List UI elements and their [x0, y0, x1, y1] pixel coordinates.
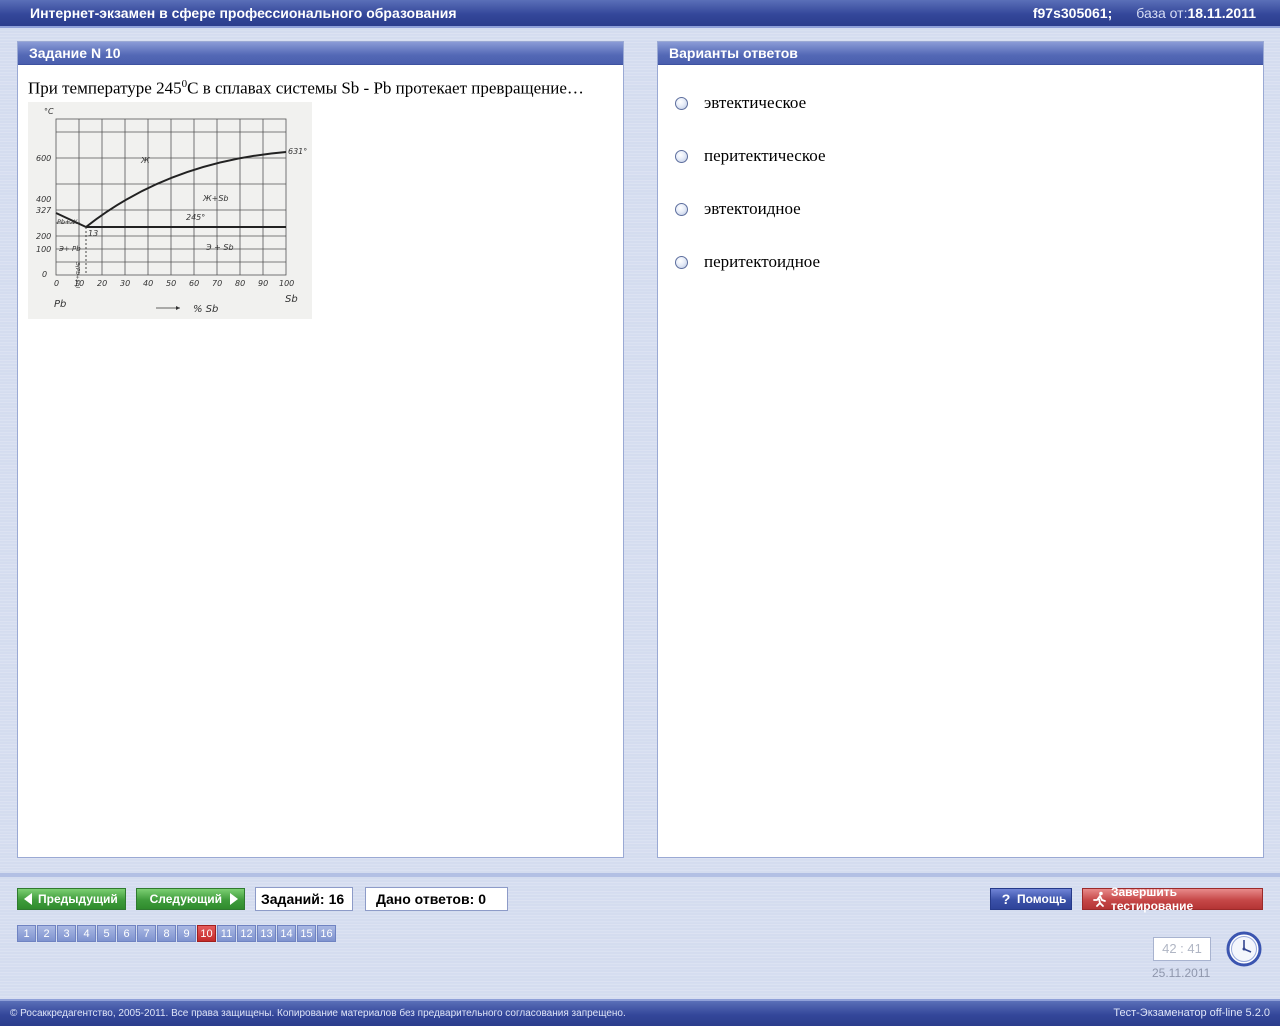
answer-label: эвтектоидное — [704, 199, 801, 218]
y-tick-400: 400 — [36, 195, 51, 204]
liquid-sb-region-label: Ж+Sb — [202, 194, 228, 203]
answer-option-1[interactable]: эвтектическое — [675, 93, 806, 113]
page-12[interactable]: 12 — [237, 925, 256, 942]
arrow-right-icon — [230, 893, 238, 905]
next-button-label: Следующий — [149, 892, 222, 906]
tasks-counter: Заданий: 16 — [255, 887, 353, 911]
answers-heading: Варианты ответов — [658, 42, 1263, 65]
tasks-label: Заданий: — [261, 891, 325, 907]
question-heading: Задание N 10 — [18, 42, 623, 65]
x-tick-80: 80 — [235, 279, 245, 288]
y-tick-600: 600 — [36, 154, 51, 163]
prev-button-label: Предыдущий — [38, 892, 118, 906]
app-title: Интернет-экзамен в сфере профессионально… — [30, 5, 457, 21]
page-14[interactable]: 14 — [277, 925, 296, 942]
page-selector: 1 2 3 4 5 6 7 8 9 10 11 12 13 14 15 16 — [17, 925, 337, 942]
answer-label: эвтектическое — [704, 93, 807, 112]
page-16[interactable]: 16 — [317, 925, 336, 942]
answered-counter: Дано ответов: 0 — [365, 887, 508, 911]
title-bar: Интернет-экзамен в сфере профессионально… — [0, 0, 1280, 28]
e-sb-region-label: Э + Sb — [205, 243, 234, 252]
current-date: 25.11.2011 — [1152, 966, 1211, 980]
radio-button[interactable] — [675, 202, 688, 216]
radio-button[interactable] — [675, 96, 688, 110]
question-mark-icon: ? — [1001, 891, 1011, 907]
page-8[interactable]: 8 — [157, 925, 176, 942]
liquid-region-label: Ж — [140, 156, 150, 165]
answer-label: перитектическое — [704, 146, 826, 165]
page-13[interactable]: 13 — [257, 925, 276, 942]
y-tick-200: 200 — [36, 232, 51, 241]
e-vertical-label: Э(Pb+Sb) — [74, 261, 80, 289]
e-pb-region-label: Э+ Pb — [58, 245, 81, 253]
x-tick-90: 90 — [258, 279, 268, 288]
finish-button[interactable]: Завершить тестирование — [1082, 885, 1263, 913]
arrow-left-icon — [24, 893, 32, 905]
answers-panel: Варианты ответов эвтектическое перитекти… — [657, 41, 1264, 858]
prev-button[interactable]: Предыдущий — [17, 888, 126, 910]
x-tick-60: 60 — [189, 279, 199, 288]
y-tick-327: 327 — [36, 206, 52, 215]
sb-melting-label: 631° — [288, 147, 307, 156]
x-tick-50: 50 — [166, 279, 176, 288]
x-tick-0: 0 — [54, 279, 59, 288]
question-text: При температуре 2450С в сплавах системы … — [28, 73, 613, 100]
page-5[interactable]: 5 — [97, 925, 116, 942]
version-text: Тест-Экзаменатор off-line 5.2.0 — [1113, 1007, 1270, 1019]
y-tick-100: 100 — [36, 245, 51, 254]
tasks-count: 16 — [328, 891, 345, 907]
divider — [0, 873, 1280, 877]
running-man-icon — [1093, 891, 1106, 907]
session-id: f97s305061; — [1032, 5, 1113, 21]
x-tick-30: 30 — [120, 279, 130, 288]
clock-icon — [1226, 931, 1262, 967]
sb-axis-label: Sb — [285, 294, 298, 305]
help-button-label: Помощь — [1017, 892, 1067, 906]
help-button[interactable]: ? Помощь — [990, 888, 1072, 910]
diagram-unit-label: °С — [44, 107, 54, 116]
axis-caption: % Sb — [193, 304, 218, 315]
page-1[interactable]: 1 — [17, 925, 36, 942]
answer-option-4[interactable]: перитектоидное — [675, 252, 820, 272]
base-date: 18.11.2011 — [1187, 5, 1256, 21]
page-11[interactable]: 11 — [217, 925, 236, 942]
y-tick-0: 0 — [42, 270, 47, 279]
radio-button[interactable] — [675, 149, 688, 163]
eutectic-pct-label: 13 — [88, 229, 98, 238]
page-10-current[interactable]: 10 — [197, 925, 216, 942]
pb-liquid-region-label: Pb+Ж — [57, 218, 78, 226]
session-info: f97s305061; база от:18.11.2011 — [1033, 5, 1256, 21]
answer-option-3[interactable]: эвтектоидное — [675, 199, 801, 219]
question-text-after: С в сплавах системы Sb - Pb протекает пр… — [187, 78, 584, 98]
page-2[interactable]: 2 — [37, 925, 56, 942]
finish-button-label: Завершить тестирование — [1110, 885, 1194, 913]
answer-label: перитектоидное — [704, 252, 821, 271]
x-tick-70: 70 — [212, 279, 222, 288]
pb-axis-label: Pb — [54, 299, 66, 310]
x-tick-20: 20 — [97, 279, 107, 288]
page-7[interactable]: 7 — [137, 925, 156, 942]
x-tick-40: 40 — [143, 279, 153, 288]
answered-label: Дано ответов: — [376, 891, 475, 907]
radio-button[interactable] — [675, 255, 688, 269]
base-label: база от: — [1136, 5, 1188, 21]
question-panel: Задание N 10 При температуре 2450С в спл… — [17, 41, 624, 858]
copyright-text: © Росаккредагентство, 2005-2011. Все пра… — [10, 1008, 626, 1019]
page-6[interactable]: 6 — [117, 925, 136, 942]
answer-option-2[interactable]: перитектическое — [675, 146, 826, 166]
page-9[interactable]: 9 — [177, 925, 196, 942]
next-button[interactable]: Следующий — [136, 888, 245, 910]
eutectic-temp-label: 245° — [186, 213, 205, 222]
page-15[interactable]: 15 — [297, 925, 316, 942]
x-tick-100: 100 — [279, 279, 294, 288]
phase-diagram: °С 600 400 327 200 100 0 0 10 20 30 40 5… — [28, 101, 312, 319]
page-3[interactable]: 3 — [57, 925, 76, 942]
answered-count: 0 — [478, 891, 487, 907]
footer: © Росаккредагентство, 2005-2011. Все пра… — [0, 999, 1280, 1026]
page-4[interactable]: 4 — [77, 925, 96, 942]
timer-display: 42 : 41 — [1153, 937, 1211, 961]
question-text-before: При температуре 245 — [28, 78, 182, 98]
